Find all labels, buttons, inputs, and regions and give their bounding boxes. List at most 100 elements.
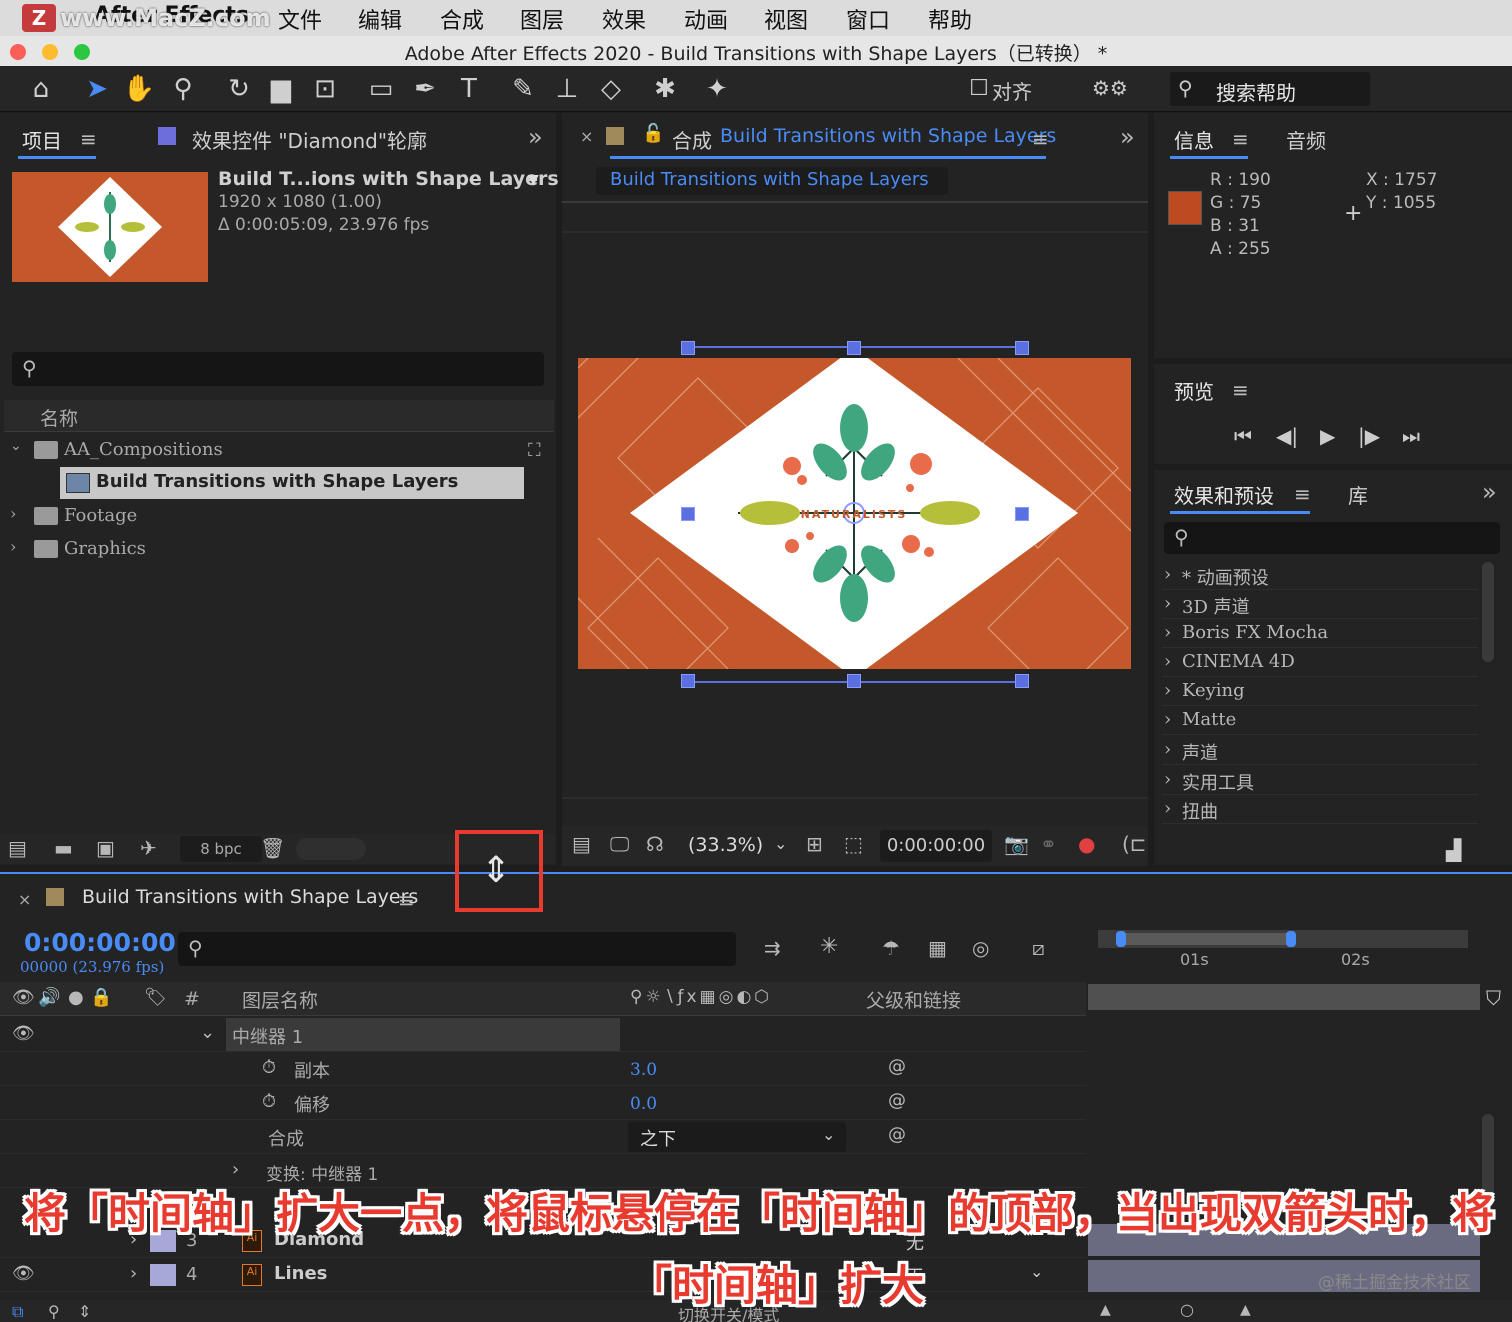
- panel-menu-icon[interactable]: ≡: [1032, 127, 1049, 151]
- timeline-row-copies[interactable]: ⏱ 副本 3.0 @: [0, 1052, 1086, 1086]
- chevron-down-icon[interactable]: ⌄: [200, 1022, 215, 1043]
- eye-icon[interactable]: 👁: [12, 987, 35, 1008]
- new-composition-icon[interactable]: ▣: [96, 836, 115, 860]
- eye-icon[interactable]: 👁: [12, 1263, 35, 1284]
- effects-category[interactable]: › 实用工具: [1162, 766, 1478, 795]
- work-area-bar[interactable]: [1088, 984, 1480, 1010]
- new-preset-icon[interactable]: ▟: [1446, 838, 1461, 862]
- time-navigator-range[interactable]: [1120, 933, 1290, 945]
- column-number[interactable]: #: [184, 988, 200, 1010]
- puppet-pin-tool-icon[interactable]: ✦: [700, 72, 734, 106]
- column-parent-link[interactable]: 父级和链接: [866, 986, 961, 1013]
- thumbnail-slider[interactable]: [296, 838, 366, 860]
- expand-icon[interactable]: ⚲: [48, 1302, 60, 1321]
- tab-effects-presets[interactable]: 效果和预设: [1174, 480, 1274, 509]
- workspace-icon[interactable]: ⚙⚙: [1092, 76, 1128, 100]
- interpret-footage-icon[interactable]: ▤: [8, 836, 27, 860]
- grid-icon[interactable]: ⊞: [806, 832, 823, 856]
- roto-brush-tool-icon[interactable]: ✱: [648, 72, 682, 106]
- chevron-down-icon[interactable]: ⌄: [774, 834, 787, 853]
- effects-category[interactable]: › CINEMA 4D: [1162, 648, 1478, 677]
- transform-handle[interactable]: [681, 341, 695, 355]
- repeater-name-field[interactable]: 中继器 1: [226, 1018, 620, 1051]
- tab-composition-name[interactable]: Build Transitions with Shape Layers: [720, 125, 1056, 147]
- menu-help[interactable]: 帮助: [928, 3, 972, 35]
- graph-editor-icon[interactable]: ⧄: [1032, 936, 1045, 960]
- zoom-out-icon[interactable]: ▲: [1100, 1302, 1111, 1318]
- monitor-icon[interactable]: 🖵: [610, 832, 629, 856]
- effects-search-input[interactable]: ⚲: [1164, 522, 1500, 554]
- next-frame-icon[interactable]: |▶: [1358, 424, 1380, 448]
- rotate-tool-icon[interactable]: ↻: [222, 72, 256, 106]
- help-search-box[interactable]: ⚲ 搜索帮助: [1170, 72, 1370, 106]
- effects-category[interactable]: › 声道: [1162, 736, 1478, 765]
- chevron-right-icon[interactable]: ›: [232, 1159, 239, 1180]
- zoom-tool-icon[interactable]: ⚲: [166, 72, 200, 106]
- effects-category[interactable]: › * 动画预设: [1162, 561, 1478, 590]
- close-tab-icon[interactable]: ×: [18, 890, 31, 909]
- hand-tool-icon[interactable]: ✋: [122, 72, 156, 106]
- camera-tool-icon[interactable]: ▆: [264, 72, 298, 106]
- copies-value[interactable]: 3.0: [630, 1060, 657, 1080]
- zoom-select[interactable]: (33.3%): [688, 834, 763, 856]
- panel-menu-icon[interactable]: ≡: [1232, 378, 1249, 402]
- pen-tool-icon[interactable]: ✒: [408, 72, 442, 106]
- chevron-down-icon[interactable]: ⌄: [1030, 1262, 1043, 1281]
- solo-icon[interactable]: ●: [68, 987, 84, 1008]
- audio-icon[interactable]: 🔊: [38, 987, 60, 1008]
- comp-dropdown-icon[interactable]: ▼: [528, 172, 539, 188]
- lock-icon[interactable]: 🔓: [642, 123, 664, 144]
- align-checkbox[interactable]: ☐: [962, 72, 996, 106]
- menu-layer[interactable]: 图层: [520, 3, 564, 35]
- menu-composition[interactable]: 合成: [440, 3, 484, 35]
- motion-blur-icon[interactable]: ◎: [972, 936, 989, 960]
- region-icon[interactable]: ⬚: [844, 832, 863, 856]
- panel-menu-icon[interactable]: ≡: [1294, 482, 1311, 506]
- menu-edit[interactable]: 编辑: [358, 3, 402, 35]
- transform-handle[interactable]: [1015, 674, 1029, 688]
- toggle-transparency-icon[interactable]: (⊏: [1122, 832, 1147, 856]
- play-icon[interactable]: ▶: [1320, 424, 1335, 448]
- tab-preview[interactable]: 预览: [1174, 376, 1214, 405]
- trash-icon[interactable]: 🗑: [260, 836, 285, 860]
- comp-breadcrumb[interactable]: Build Transitions with Shape Layers: [596, 167, 948, 195]
- pickwhip-icon[interactable]: @: [888, 1056, 906, 1077]
- lock-icon[interactable]: 🔒: [90, 987, 112, 1008]
- chevron-down-icon[interactable]: ⌄: [10, 438, 22, 454]
- tab-info[interactable]: 信息: [1174, 125, 1214, 154]
- menu-animation[interactable]: 动画: [684, 3, 728, 35]
- effects-category[interactable]: › 扭曲: [1162, 795, 1478, 824]
- timeline-row-offset[interactable]: ⏱ 偏移 0.0 @: [0, 1086, 1086, 1120]
- layer-name[interactable]: Lines: [274, 1263, 327, 1284]
- zoom-slider[interactable]: ○: [1180, 1300, 1194, 1319]
- menu-effect[interactable]: 效果: [602, 3, 646, 35]
- close-tab-icon[interactable]: ×: [580, 127, 593, 146]
- tab-audio[interactable]: 音频: [1286, 125, 1326, 154]
- transform-handle[interactable]: [847, 341, 861, 355]
- comp-marker-icon[interactable]: ⛉: [1486, 986, 1501, 1010]
- transform-handle[interactable]: [681, 674, 695, 688]
- chevron-right-icon[interactable]: ›: [130, 1263, 137, 1284]
- project-item-aa-compositions[interactable]: ⌄ AA_Compositions: [4, 434, 524, 466]
- effects-category[interactable]: › 3D 声道: [1162, 590, 1478, 619]
- effects-category[interactable]: › Keying: [1162, 677, 1478, 706]
- help-search-input[interactable]: 搜索帮助: [1216, 77, 1296, 106]
- effects-category[interactable]: › Boris FX Mocha: [1162, 619, 1478, 648]
- render-time-icon[interactable]: ⧉: [12, 1302, 23, 1322]
- composition-viewer[interactable]: NATURALISTS: [578, 358, 1131, 669]
- navigator-end-handle[interactable]: [1286, 931, 1296, 947]
- column-name-header[interactable]: 名称: [40, 404, 78, 431]
- chevron-right-icon[interactable]: ›: [10, 537, 16, 556]
- project-item-footage[interactable]: › Footage: [4, 500, 524, 532]
- panel-menu-icon[interactable]: ≡: [1232, 127, 1249, 151]
- comp-flowchart-icon[interactable]: ⇉: [764, 936, 781, 960]
- menu-file[interactable]: 文件: [278, 3, 322, 35]
- first-frame-icon[interactable]: ⏮: [1234, 424, 1252, 448]
- scrollbar[interactable]: [1482, 562, 1494, 662]
- tab-library[interactable]: 库: [1348, 480, 1368, 509]
- shy-layers-icon[interactable]: ☂: [882, 936, 900, 960]
- new-folder-icon[interactable]: ▬: [54, 836, 73, 860]
- pan-behind-tool-icon[interactable]: ⊡: [308, 72, 342, 106]
- bit-depth-button[interactable]: 8 bpc: [180, 836, 262, 862]
- type-tool-icon[interactable]: T: [452, 72, 486, 106]
